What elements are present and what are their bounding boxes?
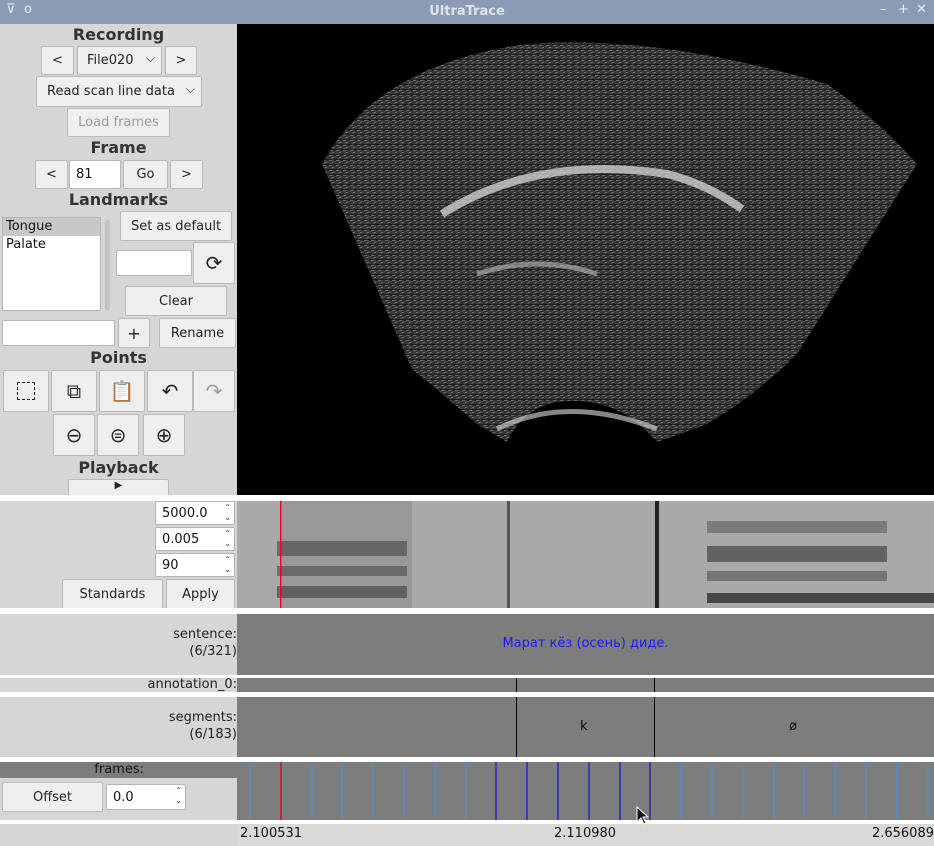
timeline-left: [0, 824, 237, 846]
sentence-interval-text[interactable]: Марат кёз (осень) диде.: [237, 636, 934, 651]
annotation-tier[interactable]: [237, 678, 934, 692]
stepper-arrows-icon[interactable]: ⌃ ⌄: [224, 503, 231, 523]
clear-button[interactable]: Clear: [125, 286, 227, 316]
new-landmark-input[interactable]: [2, 320, 115, 346]
mouse-cursor-icon: [636, 806, 650, 825]
timeline: 2.100531 2.110980 2.656089: [237, 824, 934, 846]
minimize-icon[interactable]: –: [880, 2, 887, 17]
timeline-end: 2.656089: [871, 826, 934, 841]
set-default-button[interactable]: Set as default: [120, 211, 232, 241]
zoom-reset-icon[interactable]: ⊜: [97, 414, 139, 456]
frame-markers: [249, 762, 929, 820]
copy-icon[interactable]: ⧉: [51, 370, 97, 412]
go-button[interactable]: Go: [123, 160, 168, 189]
file-select-value: File020: [87, 53, 134, 68]
landmarks-list[interactable]: Tongue Palate: [2, 217, 101, 311]
chevron-down-icon: ⌵: [185, 82, 195, 96]
paste-icon[interactable]: 📋: [99, 370, 145, 412]
load-frames-button[interactable]: Load frames: [67, 108, 170, 137]
offset-button[interactable]: Offset: [2, 782, 103, 812]
control-panel: Recording < File020 ⌵ > Read scan line d…: [0, 24, 237, 499]
boundary-line[interactable]: [516, 678, 517, 692]
scan-region: [322, 42, 917, 442]
list-item[interactable]: Tongue: [3, 218, 100, 236]
landmarks-heading: Landmarks: [68, 190, 169, 209]
title-bar: ⊽ o UltraTrace – + ✕: [0, 0, 934, 24]
timeline-middle: 2.110980: [554, 826, 617, 841]
zoom-out-icon[interactable]: ⊖: [53, 414, 95, 456]
stepper-arrows-icon[interactable]: ⌃ ⌄: [175, 786, 182, 806]
offset-value: 0.0: [113, 789, 134, 805]
stepper-arrows-icon[interactable]: ⌃ ⌄: [224, 529, 231, 549]
color-field[interactable]: [116, 250, 192, 276]
add-landmark-button[interactable]: +: [118, 318, 150, 348]
segments-tier-label: segments:: [168, 710, 237, 725]
maximize-icon[interactable]: +: [898, 2, 909, 17]
boundary-line[interactable]: [654, 697, 655, 757]
recording-heading: Recording: [72, 25, 165, 44]
refresh-icon[interactable]: ⟳: [193, 242, 235, 284]
annotation-tier-label: annotation_0:: [147, 677, 237, 692]
stepper-arrows-icon[interactable]: ⌃ ⌄: [224, 555, 231, 575]
segment-label[interactable]: k: [580, 719, 588, 734]
max-frequency-value: 5000.0: [162, 505, 208, 521]
window-title: UltraTrace: [429, 4, 505, 19]
boundary-line[interactable]: [516, 697, 517, 757]
read-data-select-value: Read scan line data: [47, 84, 175, 99]
max-frequency-input[interactable]: 5000.0 ⌃ ⌄: [155, 501, 235, 525]
select-icon[interactable]: [3, 370, 49, 412]
redo-icon[interactable]: ↷: [193, 370, 235, 412]
spectrogram[interactable]: [237, 501, 934, 608]
prev-file-button[interactable]: <: [41, 46, 74, 75]
frame-heading: Frame: [90, 138, 147, 157]
dynamic-range-input[interactable]: 90 ⌃ ⌄: [155, 553, 235, 577]
rename-button[interactable]: Rename: [159, 318, 236, 348]
apply-button[interactable]: Apply: [166, 579, 235, 609]
playback-heading: Playback: [78, 458, 159, 477]
ultrasound-image[interactable]: [237, 24, 934, 495]
sentence-tier[interactable]: Марат кёз (осень) диде.: [237, 614, 934, 675]
zoom-in-icon[interactable]: ⊕: [143, 414, 185, 456]
offset-input[interactable]: 0.0 ⌃ ⌄: [106, 784, 186, 810]
list-item[interactable]: Palate: [3, 236, 100, 254]
file-select[interactable]: File020 ⌵: [77, 46, 162, 75]
prev-frame-button[interactable]: <: [35, 160, 68, 189]
spectrogram-bands: [237, 501, 934, 608]
read-data-select[interactable]: Read scan line data ⌵: [36, 76, 202, 107]
frame-number-input[interactable]: 81: [69, 160, 121, 189]
timeline-start: 2.100531: [240, 826, 303, 841]
chevron-down-icon: ⌵: [145, 51, 155, 65]
list-scrollbar[interactable]: [105, 220, 110, 310]
undo-icon[interactable]: ↶: [147, 370, 193, 412]
frames-tier[interactable]: [237, 762, 934, 820]
segment-label[interactable]: ø: [789, 719, 797, 734]
ultrasound-fan: [322, 42, 917, 442]
dynamic-range-value: 90: [162, 557, 179, 573]
sentence-tier-count: (6/321): [189, 644, 237, 659]
next-frame-button[interactable]: >: [170, 160, 203, 189]
window-length-value: 0.005: [162, 531, 200, 547]
segments-tier-count: (6/183): [189, 727, 237, 742]
window-length-input[interactable]: 0.005 ⌃ ⌄: [155, 527, 235, 551]
segments-tier[interactable]: k ø: [237, 697, 934, 757]
boundary-line[interactable]: [654, 678, 655, 692]
frames-tier-label: frames:: [94, 762, 144, 777]
points-heading: Points: [90, 348, 147, 367]
close-icon[interactable]: ✕: [916, 2, 927, 17]
next-file-button[interactable]: >: [165, 46, 197, 75]
standards-button[interactable]: Standards: [62, 579, 163, 609]
sentence-tier-label: sentence:: [173, 627, 237, 642]
